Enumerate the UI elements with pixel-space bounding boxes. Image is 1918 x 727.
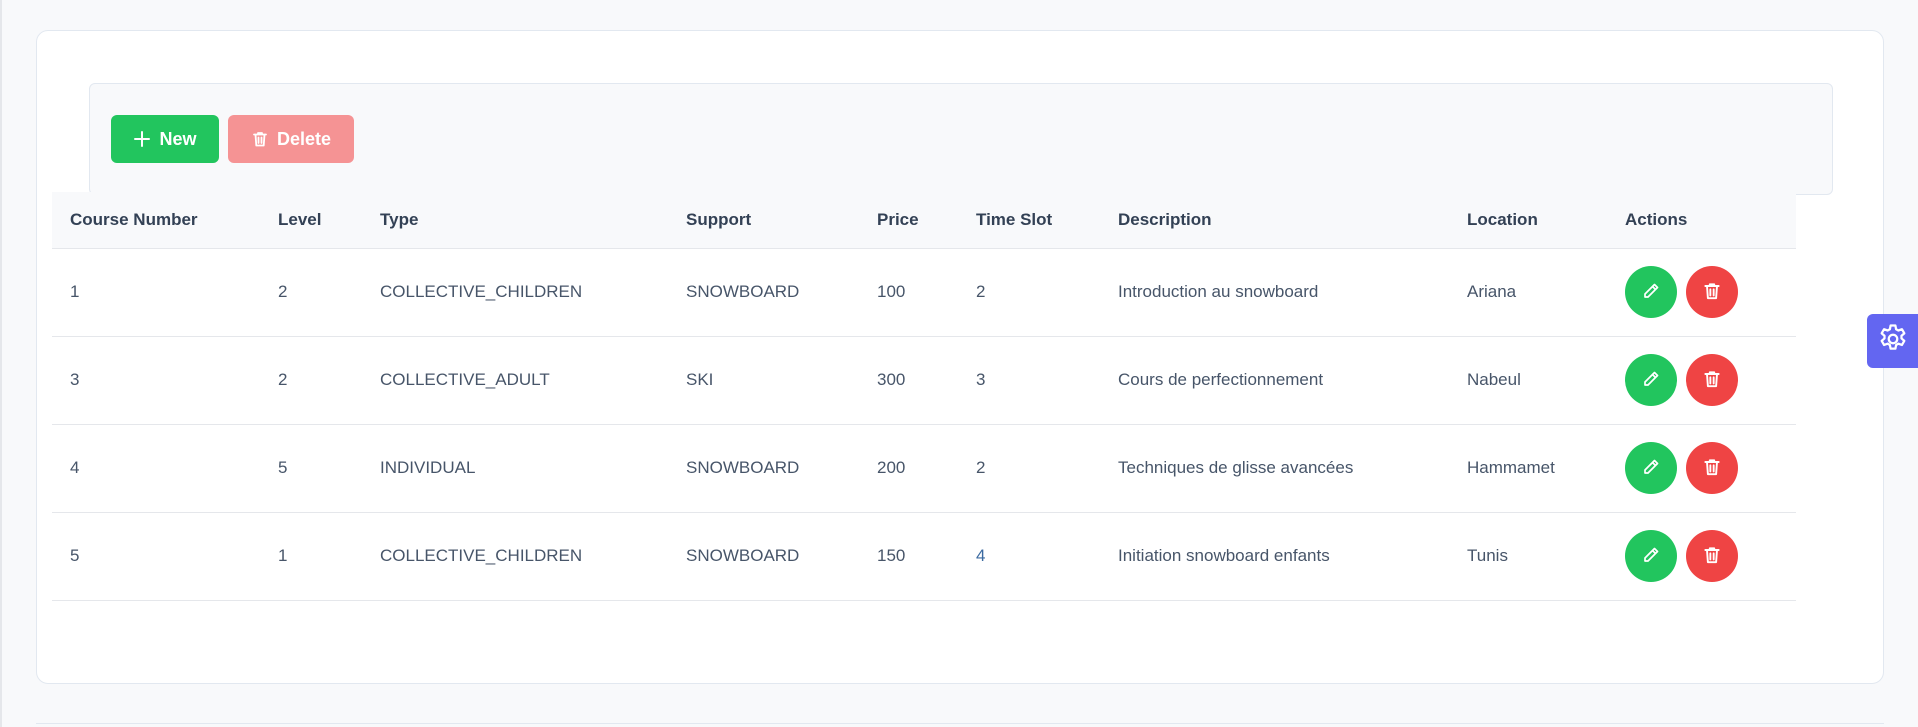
col-description[interactable]: Description <box>1100 192 1449 249</box>
cell-course-number: 3 <box>52 336 260 425</box>
cell-price: 200 <box>859 424 958 513</box>
cell-location: Nabeul <box>1449 336 1607 425</box>
cell-support: SKI <box>668 336 859 425</box>
table-row[interactable]: 5 1 COLLECTIVE_CHILDREN SNOWBOARD 150 4 … <box>52 512 1796 601</box>
table-row[interactable]: 3 2 COLLECTIVE_ADULT SKI 300 3 Cours de … <box>52 336 1796 425</box>
edit-button[interactable] <box>1625 266 1677 318</box>
cell-price: 100 <box>859 248 958 337</box>
cell-description: Techniques de glisse avancées <box>1100 424 1449 513</box>
row-delete-button[interactable] <box>1686 442 1738 494</box>
pencil-icon <box>1641 281 1661 304</box>
settings-button[interactable] <box>1867 314 1918 368</box>
new-button-label: New <box>159 128 197 149</box>
cell-time-slot: 2 <box>958 248 1100 337</box>
col-course-number[interactable]: Course Number <box>52 192 260 249</box>
col-time-slot[interactable]: Time Slot <box>958 192 1100 249</box>
cell-type: COLLECTIVE_ADULT <box>362 336 668 425</box>
col-type[interactable]: Type <box>362 192 668 249</box>
footer-divider <box>36 723 1884 724</box>
col-actions: Actions <box>1607 192 1796 249</box>
cell-actions <box>1607 248 1796 337</box>
delete-button[interactable]: Delete <box>228 115 354 163</box>
cell-price: 300 <box>859 336 958 425</box>
gear-icon <box>1876 322 1910 361</box>
cell-description: Initiation snowboard enfants <box>1100 512 1449 601</box>
cell-description: Cours de perfectionnement <box>1100 336 1449 425</box>
col-level[interactable]: Level <box>260 192 362 249</box>
trash-icon <box>1702 545 1722 568</box>
pencil-icon <box>1641 545 1661 568</box>
delete-button-label: Delete <box>276 128 332 149</box>
col-location[interactable]: Location <box>1449 192 1607 249</box>
cell-type: COLLECTIVE_CHILDREN <box>362 512 668 601</box>
cell-level: 2 <box>260 248 362 337</box>
cell-type: COLLECTIVE_CHILDREN <box>362 248 668 337</box>
cell-location: Tunis <box>1449 512 1607 601</box>
courses-table: Course Number Level Type Support Price T… <box>52 192 1796 601</box>
toolbar: New Delete <box>89 83 1833 195</box>
cell-time-slot: 3 <box>958 336 1100 425</box>
pencil-icon <box>1641 369 1661 392</box>
cell-level: 5 <box>260 424 362 513</box>
cell-support: SNOWBOARD <box>668 512 859 601</box>
cell-actions <box>1607 512 1796 601</box>
table-header-row: Course Number Level Type Support Price T… <box>52 192 1796 249</box>
trash-icon <box>1702 457 1722 480</box>
cell-time-slot: 2 <box>958 424 1100 513</box>
cell-description: Introduction au snowboard <box>1100 248 1449 337</box>
cell-location: Hammamet <box>1449 424 1607 513</box>
left-panel-edge <box>0 0 2 727</box>
edit-button[interactable] <box>1625 354 1677 406</box>
cell-level: 1 <box>260 512 362 601</box>
table-row[interactable]: 4 5 INDIVIDUAL SNOWBOARD 200 2 Technique… <box>52 424 1796 513</box>
cell-course-number: 1 <box>52 248 260 337</box>
col-support[interactable]: Support <box>668 192 859 249</box>
cell-course-number: 4 <box>52 424 260 513</box>
plus-icon <box>133 130 151 148</box>
row-delete-button[interactable] <box>1686 266 1738 318</box>
cell-course-number: 5 <box>52 512 260 601</box>
cell-actions <box>1607 424 1796 513</box>
new-button[interactable]: New <box>111 115 219 163</box>
cell-support: SNOWBOARD <box>668 248 859 337</box>
trash-icon <box>251 130 269 148</box>
cell-time-slot: 4 <box>958 512 1100 601</box>
trash-icon <box>1702 281 1722 304</box>
cell-support: SNOWBOARD <box>668 424 859 513</box>
cell-level: 2 <box>260 336 362 425</box>
cell-price: 150 <box>859 512 958 601</box>
edit-button[interactable] <box>1625 442 1677 494</box>
cell-actions <box>1607 336 1796 425</box>
pencil-icon <box>1641 457 1661 480</box>
table-row[interactable]: 1 2 COLLECTIVE_CHILDREN SNOWBOARD 100 2 … <box>52 248 1796 337</box>
col-price[interactable]: Price <box>859 192 958 249</box>
row-delete-button[interactable] <box>1686 530 1738 582</box>
cell-type: INDIVIDUAL <box>362 424 668 513</box>
row-delete-button[interactable] <box>1686 354 1738 406</box>
cell-location: Ariana <box>1449 248 1607 337</box>
edit-button[interactable] <box>1625 530 1677 582</box>
trash-icon <box>1702 369 1722 392</box>
